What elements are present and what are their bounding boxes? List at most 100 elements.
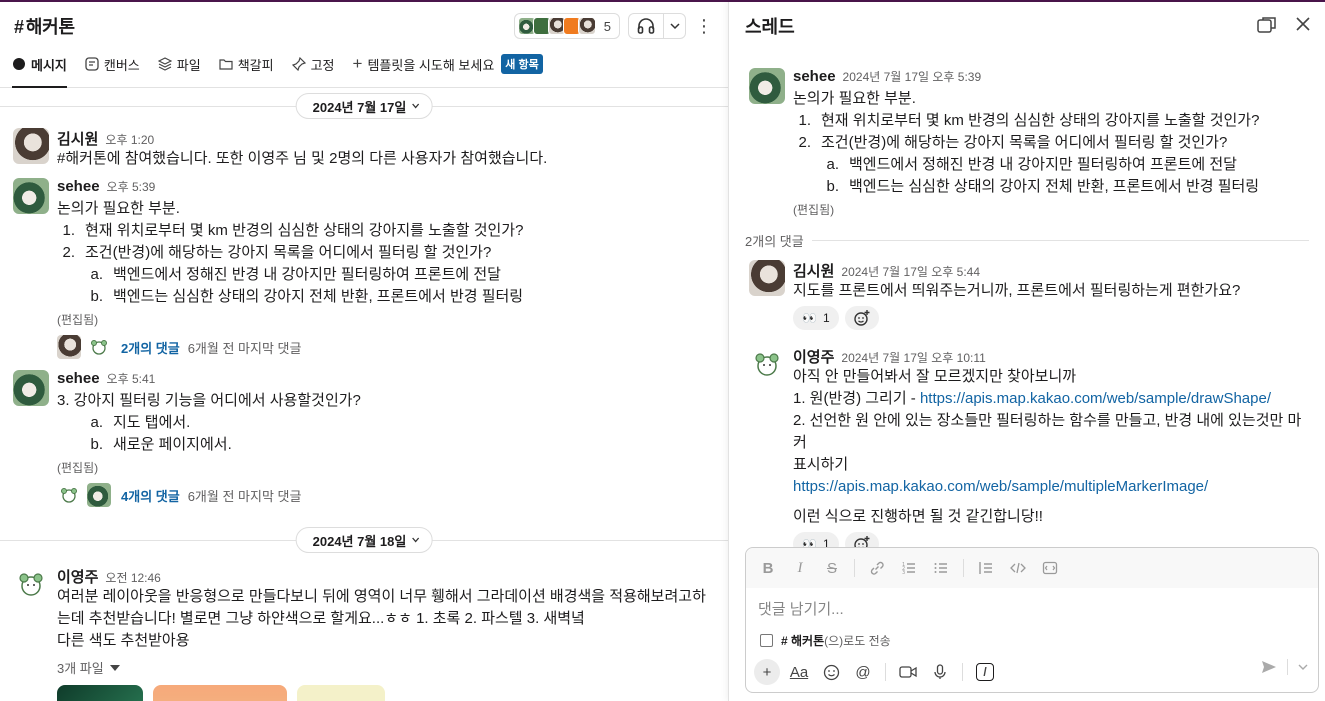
message[interactable]: sehee 오후 5:39 논의가 필요한 부분. 1. 현재 위치로부터 몇 k… bbox=[0, 174, 728, 364]
tab-bookmarks[interactable]: 책갈피 bbox=[219, 50, 274, 87]
timestamp[interactable]: 오전 12:46 bbox=[105, 569, 160, 586]
also-send-checkbox[interactable] bbox=[760, 633, 773, 647]
author-name[interactable]: 이영주 bbox=[57, 566, 98, 587]
channel-hash: # bbox=[14, 17, 24, 37]
date-divider: 2024년 7월 18일 bbox=[0, 522, 728, 558]
link-icon[interactable] bbox=[863, 554, 891, 582]
thread-root-message[interactable]: sehee 2024년 7월 17일 오후 5:39 논의가 필요한 부분. 1… bbox=[729, 50, 1325, 224]
toolbar-separator bbox=[962, 663, 963, 681]
message-text: 1. 원(반경) 그리기 - https://apis.map.kakao.co… bbox=[793, 388, 1309, 410]
file-thumbnail[interactable] bbox=[57, 685, 143, 701]
avatar[interactable] bbox=[13, 566, 49, 602]
code-icon[interactable] bbox=[1004, 554, 1032, 582]
avatar[interactable] bbox=[749, 346, 785, 382]
file-thumbnail[interactable] bbox=[297, 685, 385, 701]
message[interactable]: 김시원 오후 1:20 #해커톤에 참여했습니다. 또한 이영주 님 및 2명의… bbox=[0, 124, 728, 174]
also-send-option[interactable]: # 해커톤(으)로도 전송 bbox=[746, 626, 1318, 654]
author-name[interactable]: sehee bbox=[57, 370, 100, 387]
thread-reply[interactable]: 이영주 2024년 7월 17일 오후 10:11 아직 안 만들어봐서 잘 모… bbox=[729, 334, 1325, 560]
avatar[interactable] bbox=[749, 260, 785, 296]
author-name[interactable]: sehee bbox=[57, 178, 100, 195]
tab-files[interactable]: 파일 bbox=[157, 50, 201, 87]
tab-messages[interactable]: 메시지 bbox=[12, 50, 67, 88]
add-emoji-icon bbox=[853, 310, 870, 326]
channel-title[interactable]: # 해커톤 bbox=[14, 13, 75, 39]
replies-link[interactable]: 2개의 댓글 bbox=[121, 338, 180, 357]
author-name[interactable]: 김시원 bbox=[57, 128, 98, 149]
strikethrough-icon[interactable]: S bbox=[818, 554, 846, 582]
ordered-list-icon[interactable]: 123 bbox=[895, 554, 923, 582]
tab-canvas[interactable]: 캔버스 bbox=[85, 50, 140, 87]
bold-icon[interactable]: B bbox=[754, 554, 782, 582]
chevron-down-icon bbox=[411, 103, 419, 109]
link[interactable]: https://apis.map.kakao.com/web/sample/mu… bbox=[793, 478, 1208, 495]
huddle-button[interactable] bbox=[628, 13, 686, 39]
reaction-eyes[interactable]: 👀 1 bbox=[793, 306, 839, 330]
file-thumbnail[interactable] bbox=[153, 685, 287, 701]
send-icon[interactable] bbox=[1261, 659, 1277, 675]
avatar[interactable] bbox=[13, 178, 49, 214]
list-number: 2. bbox=[62, 244, 75, 261]
author-name[interactable]: sehee bbox=[793, 68, 836, 85]
timestamp[interactable]: 오후 5:41 bbox=[107, 370, 156, 387]
date-jump-button[interactable]: 2024년 7월 17일 bbox=[295, 93, 433, 119]
plus-icon[interactable]: + bbox=[754, 659, 780, 685]
close-icon[interactable] bbox=[1295, 16, 1311, 32]
headphones-icon[interactable] bbox=[629, 14, 663, 38]
bulleted-list-icon[interactable] bbox=[927, 554, 955, 582]
list-number: b. bbox=[90, 436, 103, 453]
thread-summary[interactable]: 2개의 댓글 6개월 전 마지막 댓글 bbox=[57, 334, 714, 360]
edited-label: (편집됨) bbox=[57, 313, 99, 327]
message-text: 여러분 레이아웃을 반응형으로 만들다보니 뒤에 영역이 너무 휑해서 그라데이… bbox=[57, 588, 706, 605]
timestamp[interactable]: 오후 5:39 bbox=[107, 178, 156, 195]
files-toggle[interactable]: 3개 파일 bbox=[57, 658, 714, 677]
avatar[interactable] bbox=[13, 370, 49, 406]
code-block-icon[interactable] bbox=[1036, 554, 1064, 582]
member-avatar bbox=[577, 17, 596, 35]
author-name[interactable]: 이영주 bbox=[793, 346, 834, 367]
composer-actions: + Aa @ / bbox=[746, 654, 1318, 690]
channel-pane: # 해커톤 5 ⋮ 메시지 캔버스 파일 책갈피 고정 + 템플릿을 시도해 보… bbox=[0, 2, 728, 701]
link[interactable]: https://apis.map.kakao.com/web/sample/dr… bbox=[920, 390, 1271, 407]
slash-command-icon[interactable]: / bbox=[972, 659, 998, 685]
chevron-down-icon[interactable] bbox=[1298, 663, 1308, 671]
new-badge: 새 항목 bbox=[501, 54, 543, 74]
timestamp[interactable]: 2024년 7월 17일 오후 5:44 bbox=[841, 263, 980, 280]
thread-reply[interactable]: 김시원 2024년 7월 17일 오후 5:44 지도를 프론트에서 띄워주는거… bbox=[729, 256, 1325, 334]
timestamp[interactable]: 2024년 7월 17일 오후 5:39 bbox=[843, 68, 982, 85]
timestamp[interactable]: 오후 1:20 bbox=[105, 131, 154, 148]
tab-templates[interactable]: + 템플릿을 시도해 보세요 새 항목 bbox=[353, 50, 543, 87]
replies-link[interactable]: 4개의 댓글 bbox=[121, 486, 180, 505]
files-icon bbox=[157, 57, 172, 71]
message[interactable]: 이영주 오전 12:46 여러분 레이아웃을 반응형으로 만들다보니 뒤에 영역… bbox=[0, 558, 728, 701]
ordered-list: a. 지도 탭에서. b. 새로운 페이지에서. bbox=[57, 412, 714, 456]
text-format-icon[interactable]: Aa bbox=[786, 659, 812, 685]
file-thumbnails bbox=[57, 685, 714, 701]
tab-label: 템플릿을 시도해 보세요 bbox=[367, 57, 495, 73]
blockquote-icon[interactable] bbox=[972, 554, 1000, 582]
italic-icon[interactable]: I bbox=[786, 554, 814, 582]
message-text: 3. 강아지 필터링 기능을 어디에서 사용할것인가? bbox=[57, 392, 361, 409]
more-vertical-icon[interactable]: ⋮ bbox=[694, 13, 714, 39]
avatar[interactable] bbox=[13, 128, 49, 164]
date-jump-button[interactable]: 2024년 7월 18일 bbox=[295, 527, 433, 553]
reply-input[interactable]: 댓글 남기기... bbox=[746, 588, 1318, 626]
divider-line bbox=[745, 240, 1309, 241]
author-name[interactable]: 김시원 bbox=[793, 260, 834, 281]
video-icon[interactable] bbox=[895, 659, 921, 685]
thread-summary[interactable]: 4개의 댓글 6개월 전 마지막 댓글 bbox=[57, 482, 714, 508]
avatar[interactable] bbox=[749, 68, 785, 104]
chevron-down-icon[interactable] bbox=[663, 14, 685, 38]
emoji-icon[interactable] bbox=[818, 659, 844, 685]
mention-icon[interactable]: @ bbox=[850, 659, 876, 685]
tab-label: 캔버스 bbox=[103, 57, 140, 73]
message[interactable]: sehee 오후 5:41 3. 강아지 필터링 기능을 어디에서 사용할것인가… bbox=[0, 364, 728, 512]
open-in-window-icon[interactable] bbox=[1257, 16, 1277, 34]
message-text: #해커톤에 참여했습니다. 또한 이영주 님 및 2명의 다른 사용자가 참여했… bbox=[57, 150, 548, 167]
microphone-icon[interactable] bbox=[927, 659, 953, 685]
members-button[interactable]: 5 bbox=[513, 13, 620, 39]
list-item: 1. 현재 위치로부터 몇 km 반경의 심심한 상태의 강아지를 노출할 것인가… bbox=[57, 220, 714, 242]
add-reaction-button[interactable] bbox=[844, 306, 879, 330]
timestamp[interactable]: 2024년 7월 17일 오후 10:11 bbox=[841, 349, 985, 366]
tab-pinned[interactable]: 고정 bbox=[291, 50, 335, 87]
